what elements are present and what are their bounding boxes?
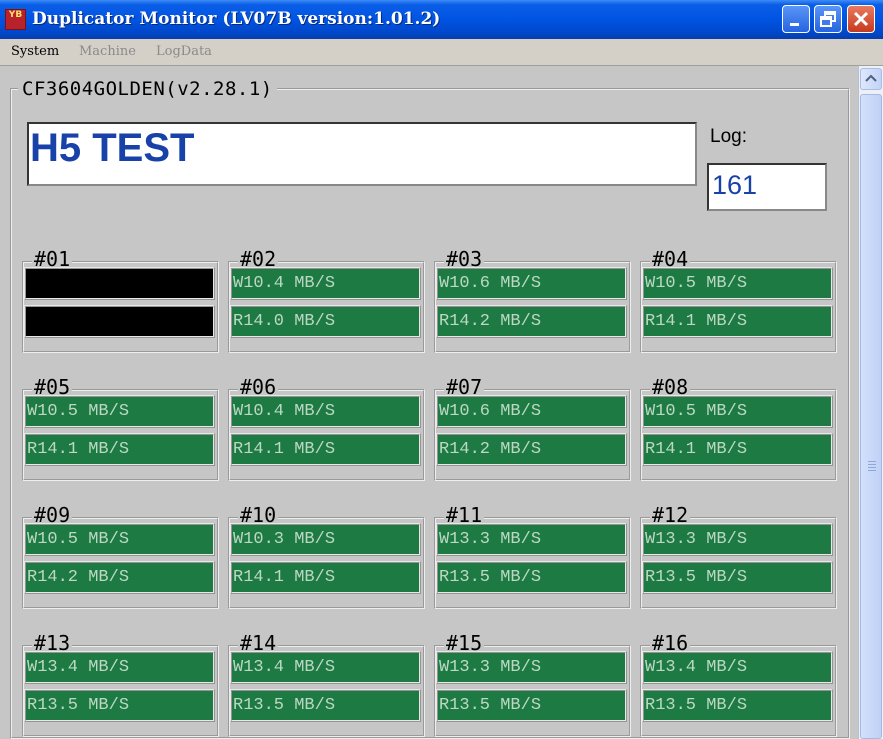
slot-write-speed — [24, 267, 215, 300]
restore-icon — [820, 11, 836, 27]
slot-write-speed: W10.6 MB/S — [436, 395, 627, 428]
scroll-up-button[interactable] — [860, 68, 882, 90]
slot-label: #05 — [32, 375, 73, 399]
log-label: Log: — [710, 126, 747, 147]
slot-label: #10 — [238, 503, 279, 527]
slot-read-speed: R13.5 MB/S — [24, 689, 215, 722]
job-name-text: H5 TEST — [30, 126, 195, 170]
slot-read-speed: R13.5 MB/S — [230, 689, 421, 722]
slot-label: #01 — [32, 247, 73, 271]
slot-write-speed: W10.4 MB/S — [230, 395, 421, 428]
slot-write-speed: W13.3 MB/S — [436, 651, 627, 684]
slot-write-speed: W13.4 MB/S — [642, 651, 833, 684]
slot-label: #11 — [444, 503, 485, 527]
slot-read-speed: R13.5 MB/S — [436, 561, 627, 594]
slot-label: #14 — [238, 631, 279, 655]
slot-read-speed: R14.0 MB/S — [230, 305, 421, 338]
slot-read-speed — [24, 305, 215, 338]
title-bar[interactable]: YB Duplicator Monitor (LV07B version:1.0… — [0, 0, 883, 39]
slot-read-speed: R14.2 MB/S — [436, 305, 627, 338]
slot-write-speed: W13.4 MB/S — [24, 651, 215, 684]
slot-read-speed: R13.5 MB/S — [436, 689, 627, 722]
slot-label: #15 — [444, 631, 485, 655]
slot-write-speed: W10.4 MB/S — [230, 267, 421, 300]
slot-write-speed: W10.5 MB/S — [642, 267, 833, 300]
slot-read-speed: R13.5 MB/S — [642, 561, 833, 594]
slot-label: #07 — [444, 375, 485, 399]
slot-write-speed: W13.3 MB/S — [436, 523, 627, 556]
menu-system[interactable]: System — [11, 44, 59, 59]
minimize-button[interactable] — [782, 5, 810, 33]
slot-label: #16 — [650, 631, 691, 655]
groupbox-label: CF3604GOLDEN(v2.28.1) — [18, 78, 277, 100]
restore-button[interactable] — [814, 5, 842, 33]
slot-label: #09 — [32, 503, 73, 527]
vertical-scrollbar[interactable] — [858, 66, 883, 739]
slot-label: #02 — [238, 247, 279, 271]
app-icon[interactable]: YB — [5, 9, 26, 30]
menu-machine[interactable]: Machine — [79, 44, 136, 59]
slot-write-speed: W13.4 MB/S — [230, 651, 421, 684]
menu-bar: System Machine LogData — [0, 39, 883, 66]
slot-write-speed: W10.5 MB/S — [24, 523, 215, 556]
slot-read-speed: R14.2 MB/S — [436, 433, 627, 466]
minimize-icon — [790, 23, 799, 26]
slot-label: #06 — [238, 375, 279, 399]
slot-read-speed: R14.1 MB/S — [642, 305, 833, 338]
slot-write-speed: W10.6 MB/S — [436, 267, 627, 300]
slot-read-speed: R14.2 MB/S — [24, 561, 215, 594]
slot-read-speed: R14.1 MB/S — [24, 433, 215, 466]
slot-label: #12 — [650, 503, 691, 527]
log-count-value: 161 — [712, 170, 758, 200]
slot-read-speed: R13.5 MB/S — [642, 689, 833, 722]
slot-label: #13 — [32, 631, 73, 655]
menu-logdata[interactable]: LogData — [156, 44, 212, 59]
window-title: Duplicator Monitor (LV07B version:1.01.2… — [32, 9, 441, 29]
slot-read-speed: R14.1 MB/S — [230, 561, 421, 594]
scroll-up-arrow-icon — [865, 74, 877, 82]
slot-read-speed: R14.1 MB/S — [642, 433, 833, 466]
slot-write-speed: W13.3 MB/S — [642, 523, 833, 556]
slot-label: #04 — [650, 247, 691, 271]
close-icon — [853, 11, 869, 27]
scroll-thumb[interactable] — [860, 94, 882, 739]
slot-read-speed: R14.1 MB/S — [230, 433, 421, 466]
slot-write-speed: W10.5 MB/S — [642, 395, 833, 428]
slot-label: #08 — [650, 375, 691, 399]
close-button[interactable] — [847, 5, 875, 33]
slot-write-speed: W10.3 MB/S — [230, 523, 421, 556]
slot-label: #03 — [444, 247, 485, 271]
slot-write-speed: W10.5 MB/S — [24, 395, 215, 428]
